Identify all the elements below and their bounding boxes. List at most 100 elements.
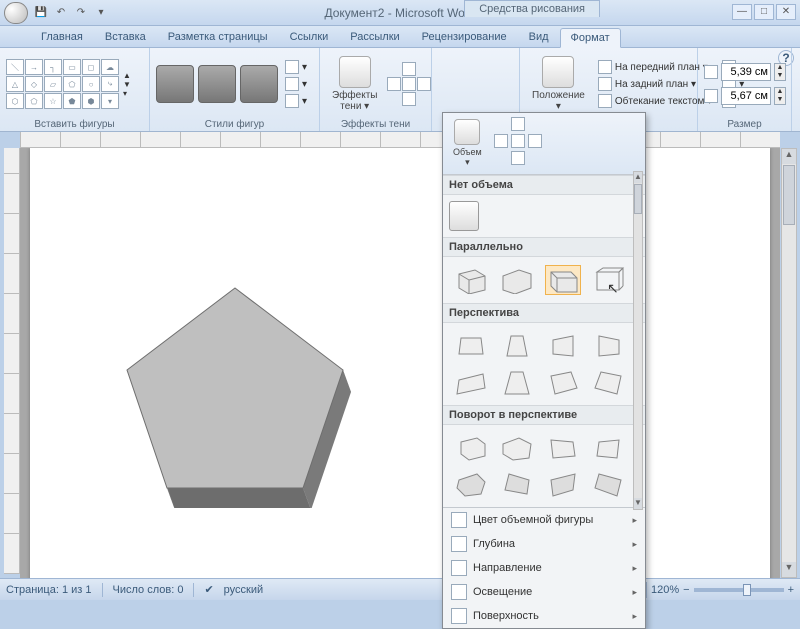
maximize-button[interactable]: □ bbox=[754, 4, 774, 20]
parallel-option-hovered[interactable] bbox=[545, 265, 581, 295]
bring-front-icon bbox=[598, 60, 612, 74]
shapes-more[interactable]: ▲▼▾ bbox=[123, 71, 131, 98]
status-proofing-icon[interactable]: ✔ bbox=[204, 583, 213, 596]
status-language[interactable]: русский bbox=[224, 584, 263, 596]
section-no-3d: Нет объема bbox=[443, 175, 645, 195]
rotate-option[interactable] bbox=[545, 433, 581, 463]
parallel-option[interactable] bbox=[591, 265, 627, 295]
perspective-option[interactable] bbox=[499, 367, 535, 397]
style-tools[interactable]: ▾ ▾ ▾ bbox=[282, 59, 310, 109]
3d-surface-menu[interactable]: Поверхность▸ bbox=[443, 604, 645, 628]
vertical-ruler[interactable] bbox=[4, 148, 20, 574]
status-bar: Страница: 1 из 1 Число слов: 0 ✔ русский… bbox=[0, 578, 800, 600]
group-label-shadow: Эффекты тени bbox=[326, 118, 425, 131]
group-insert-shapes: ＼→┐▭◻☁ △◇▱⬠○⤷ ⬡⬠☆⬟⬢▾ ▲▼▾ Вставить фигуры bbox=[0, 48, 150, 131]
shadow-effects-button[interactable]: Эффекты тени ▾ bbox=[326, 54, 383, 114]
parallel-option[interactable] bbox=[453, 265, 489, 295]
position-label: Положение ▾ bbox=[532, 90, 585, 112]
shadow-effects-label: Эффекты тени ▾ bbox=[332, 90, 377, 112]
parallel-option[interactable] bbox=[499, 265, 535, 295]
save-icon[interactable]: 💾 bbox=[32, 4, 50, 22]
titlebar: 💾 ↶ ↷ ▾ Документ2 - Microsoft Word Средс… bbox=[0, 0, 800, 26]
shape-width-field[interactable]: ▲▼ bbox=[704, 87, 786, 105]
rotate-option[interactable] bbox=[591, 433, 627, 463]
volume-label: Объем ▾ bbox=[453, 147, 482, 168]
shapes-gallery[interactable]: ＼→┐▭◻☁ △◇▱⬠○⤷ ⬡⬠☆⬟⬢▾ bbox=[6, 59, 119, 109]
rotate-grid bbox=[443, 425, 645, 507]
tilt-nudge[interactable] bbox=[494, 117, 544, 170]
width-spinner[interactable]: ▲▼ bbox=[774, 87, 786, 105]
tab-home[interactable]: Главная bbox=[30, 27, 94, 47]
position-icon bbox=[542, 56, 574, 88]
direction-icon bbox=[451, 560, 467, 576]
perspective-option[interactable] bbox=[453, 331, 489, 361]
perspective-option[interactable] bbox=[545, 331, 581, 361]
qat-more-icon[interactable]: ▾ bbox=[92, 4, 110, 22]
tab-format[interactable]: Формат bbox=[560, 28, 621, 48]
redo-icon[interactable]: ↷ bbox=[72, 4, 90, 22]
rotate-option[interactable] bbox=[453, 469, 489, 499]
page[interactable] bbox=[30, 148, 770, 578]
shadow-nudge[interactable] bbox=[387, 62, 431, 106]
3d-color-menu[interactable]: Цвет объемной фигуры▸ bbox=[443, 508, 645, 532]
vertical-scrollbar[interactable]: ▲ ▼ bbox=[781, 148, 797, 578]
group-shadow-effects: Эффекты тени ▾ Эффекты тени bbox=[320, 48, 432, 131]
3d-depth-menu[interactable]: Глубина▸ bbox=[443, 532, 645, 556]
pentagon-shape[interactable] bbox=[115, 278, 355, 508]
position-button[interactable]: Положение ▾ bbox=[526, 54, 591, 114]
outline-icon bbox=[285, 77, 299, 91]
tab-references[interactable]: Ссылки bbox=[279, 27, 340, 47]
scrollbar-thumb[interactable] bbox=[783, 165, 795, 225]
dropdown-scrollbar[interactable]: ▲▼ bbox=[633, 171, 643, 510]
tab-view[interactable]: Вид bbox=[518, 27, 560, 47]
window-title: Документ2 - Microsoft Word bbox=[324, 6, 475, 20]
ribbon-tabs: Главная Вставка Разметка страницы Ссылки… bbox=[0, 26, 800, 48]
style-swatch[interactable] bbox=[156, 65, 194, 103]
surface-icon bbox=[451, 608, 467, 624]
send-back-icon bbox=[598, 77, 612, 91]
no-3d-option[interactable] bbox=[449, 201, 479, 231]
3d-effects-dropdown: Объем ▾ Нет объема Параллельно Перспекти… bbox=[442, 112, 646, 629]
tab-mailings[interactable]: Рассылки bbox=[339, 27, 410, 47]
close-button[interactable]: ✕ bbox=[776, 4, 796, 20]
minimize-button[interactable]: — bbox=[732, 4, 752, 20]
status-page[interactable]: Страница: 1 из 1 bbox=[6, 584, 92, 596]
change-shape-icon bbox=[285, 94, 299, 108]
perspective-option[interactable] bbox=[591, 367, 627, 397]
perspective-option[interactable] bbox=[499, 331, 535, 361]
3d-direction-menu[interactable]: Направление▸ bbox=[443, 556, 645, 580]
tab-page-layout[interactable]: Разметка страницы bbox=[157, 27, 279, 47]
perspective-option[interactable] bbox=[453, 367, 489, 397]
office-button[interactable] bbox=[4, 2, 28, 24]
height-input[interactable] bbox=[721, 63, 771, 81]
3d-lighting-menu[interactable]: Освещение▸ bbox=[443, 580, 645, 604]
height-spinner[interactable]: ▲▼ bbox=[774, 63, 786, 81]
style-swatch[interactable] bbox=[240, 65, 278, 103]
group-size: ▲▼ ▲▼ Размер bbox=[698, 48, 792, 131]
parallel-grid bbox=[443, 257, 645, 303]
volume-button[interactable]: Объем ▾ bbox=[447, 117, 488, 170]
wrap-icon bbox=[598, 94, 612, 108]
shape-height-field[interactable]: ▲▼ bbox=[704, 63, 786, 81]
shadow-icon bbox=[339, 56, 371, 88]
width-input[interactable] bbox=[721, 87, 771, 105]
tab-insert[interactable]: Вставка bbox=[94, 27, 157, 47]
zoom-slider[interactable] bbox=[694, 588, 784, 592]
perspective-option[interactable] bbox=[545, 367, 581, 397]
tab-review[interactable]: Рецензирование bbox=[411, 27, 518, 47]
style-swatch[interactable] bbox=[198, 65, 236, 103]
zoom-level[interactable]: 120% bbox=[651, 584, 679, 596]
section-parallel: Параллельно bbox=[443, 237, 645, 257]
perspective-grid bbox=[443, 323, 645, 405]
zoom-in-button[interactable]: + bbox=[788, 584, 794, 596]
rotate-option[interactable] bbox=[499, 469, 535, 499]
perspective-option[interactable] bbox=[591, 331, 627, 361]
rotate-option[interactable] bbox=[499, 433, 535, 463]
rotate-option[interactable] bbox=[453, 433, 489, 463]
zoom-out-button[interactable]: − bbox=[683, 584, 689, 596]
rotate-option[interactable] bbox=[545, 469, 581, 499]
status-word-count[interactable]: Число слов: 0 bbox=[113, 584, 184, 596]
undo-icon[interactable]: ↶ bbox=[52, 4, 70, 22]
rotate-option[interactable] bbox=[591, 469, 627, 499]
horizontal-ruler[interactable] bbox=[20, 132, 780, 148]
